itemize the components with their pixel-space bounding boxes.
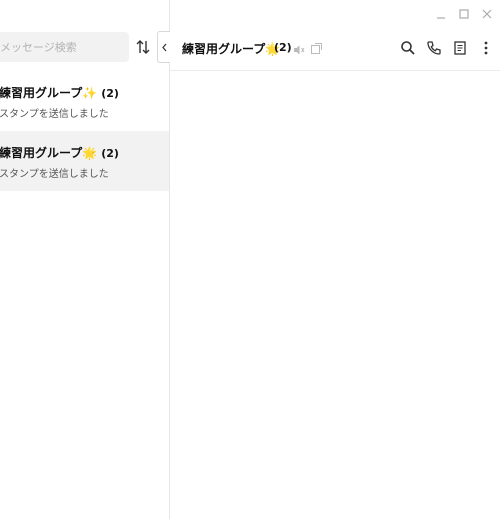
maximize-icon[interactable]: [457, 6, 471, 20]
chat-name: 練習用グループ: [0, 146, 83, 160]
chat-header-title: 練習用グループ🌟: [182, 40, 280, 57]
chat-member-count: (2): [101, 87, 119, 100]
phone-icon[interactable]: [426, 40, 442, 56]
close-icon[interactable]: [480, 6, 494, 20]
search-icon[interactable]: [400, 40, 416, 56]
chat-header-count: (2): [274, 41, 292, 54]
chat-room-pane: 練習用グループ🌟 (2): [170, 0, 500, 519]
chat-list-item[interactable]: 練習用グループ✨ (2) スタンプを送信しました: [0, 71, 169, 131]
search-input[interactable]: メッセージ検索: [0, 32, 129, 62]
chat-header-actions: [400, 40, 494, 56]
chat-emoji: 🌟: [82, 146, 98, 160]
chat-emoji: ✨: [82, 86, 98, 100]
chat-member-count: (2): [101, 147, 119, 160]
speaker-muted-icon[interactable]: [293, 41, 305, 60]
collapse-sidebar-button[interactable]: [157, 31, 170, 63]
chat-preview: スタンプを送信しました: [0, 109, 109, 120]
window-controls: [434, 6, 494, 20]
minimize-icon[interactable]: [434, 6, 448, 20]
chat-header-name: 練習用グループ: [182, 42, 266, 56]
chevron-left-icon: [162, 43, 167, 52]
chat-title: 練習用グループ✨ (2): [0, 84, 119, 101]
open-external-icon[interactable]: [310, 40, 323, 59]
chat-title: 練習用グループ🌟 (2): [0, 144, 119, 161]
search-placeholder: メッセージ検索: [0, 41, 77, 54]
chat-preview: スタンプを送信しました: [0, 169, 109, 180]
chat-list-pane: メッセージ検索 練習用グループ✨ (2) スタンプを送信しました 練習用グループ🌟…: [0, 0, 170, 519]
chat-list-item-selected[interactable]: 練習用グループ🌟 (2) スタンプを送信しました: [0, 131, 169, 191]
more-vertical-icon[interactable]: [478, 40, 494, 56]
chat-header: 練習用グループ🌟 (2): [170, 31, 500, 71]
note-icon[interactable]: [452, 40, 468, 56]
chat-name: 練習用グループ: [0, 86, 83, 100]
sort-arrows-icon[interactable]: [135, 38, 151, 56]
